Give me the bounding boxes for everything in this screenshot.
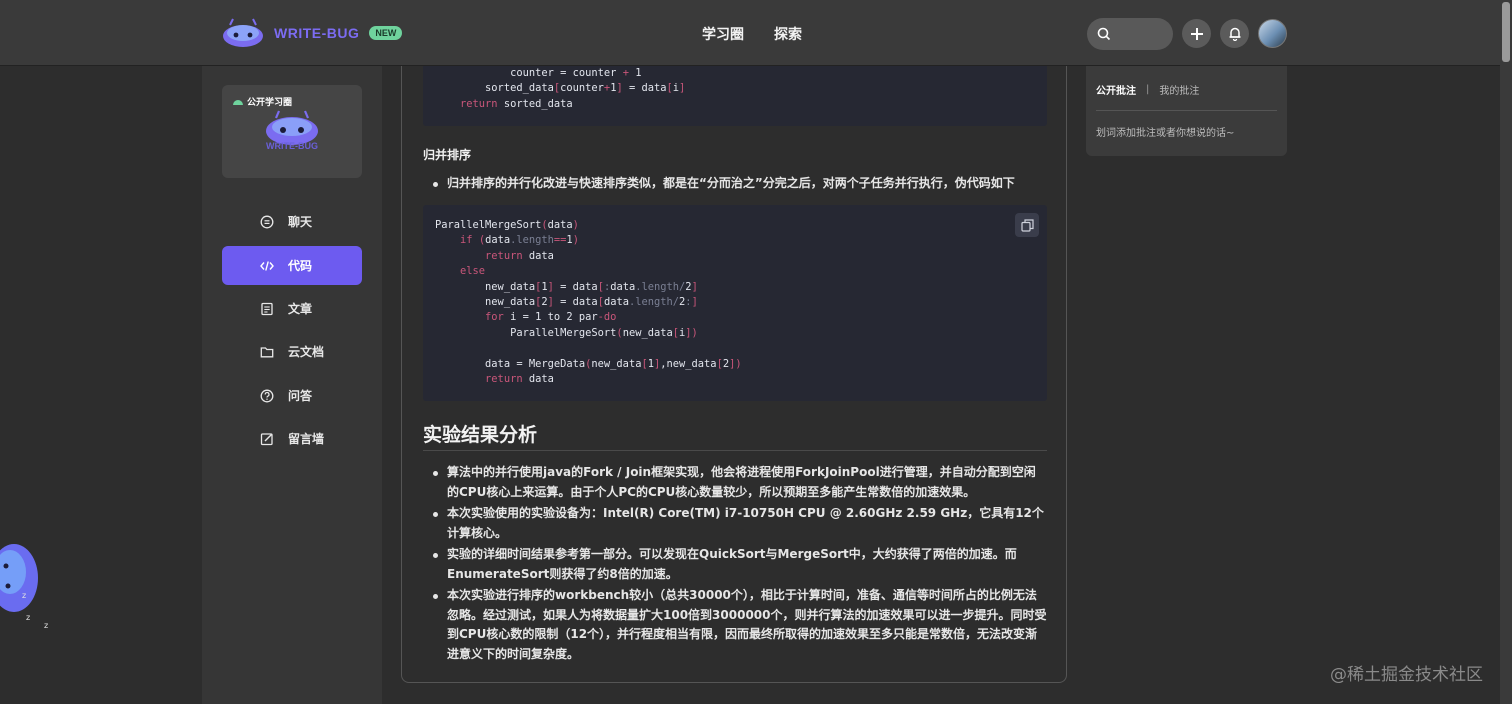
study-circle-tag: 公开学习圈 <box>232 95 292 108</box>
card-brand: WRITE-BUG <box>266 141 318 151</box>
article-content: counter = counter + 1 sorted_data[counte… <box>401 66 1067 683</box>
sidebar-item-label: 云文档 <box>288 345 325 359</box>
top-bar: WRITE-BUG NEW 学习圈 探索 <box>0 0 1512 66</box>
code-block-quicksort[interactable]: counter = counter + 1 sorted_data[counte… <box>423 66 1047 126</box>
code-line: for i = 1 to 2 par-do <box>485 311 617 324</box>
tab-separator: | <box>1146 84 1150 95</box>
svg-text:z: z <box>26 613 30 622</box>
code-line: return data <box>485 372 554 385</box>
nav-explore[interactable]: 探索 <box>774 24 802 44</box>
result-bullet-3: 实验的详细时间结果参考第一部分。可以发现在QuickSort与MergeSort… <box>433 545 1047 584</box>
annotation-hint: 划词添加批注或者你想说的话~ <box>1096 128 1235 139</box>
code-line: if (data.length==1) <box>460 234 579 247</box>
floating-mascot[interactable]: z z z <box>0 534 56 638</box>
scrollbar-thumb[interactable] <box>1502 2 1510 62</box>
folder-icon <box>260 346 274 357</box>
svg-text:z: z <box>44 621 48 630</box>
sidebar-item-label: 文章 <box>288 302 313 316</box>
code-line: data = MergeData(new_data[1],new_data[2]… <box>435 357 742 370</box>
tab-public-annotations[interactable]: 公开批注 <box>1096 82 1136 97</box>
code-line: else <box>460 265 486 278</box>
sidebar-item-message-wall[interactable]: 留言墙 <box>222 419 362 458</box>
search-icon <box>1097 27 1111 41</box>
annotation-tabs: 公开批注 | 我的批注 <box>1096 82 1199 97</box>
article-icon <box>261 302 273 315</box>
top-nav: 学习圈 探索 <box>702 24 802 44</box>
sidebar-item-label: 问答 <box>288 389 313 403</box>
sidebar-item-label: 留言墙 <box>288 432 325 446</box>
chat-icon <box>260 215 274 228</box>
annotation-panel: 公开批注 | 我的批注 划词添加批注或者你想说的话~ <box>1086 66 1287 156</box>
annotation-divider <box>1096 110 1277 111</box>
code-block-mergesort[interactable]: ParallelMergeSort(data) if (data.length=… <box>423 205 1047 401</box>
new-badge: NEW <box>369 26 403 40</box>
sidebar-item-qa[interactable]: 问答 <box>222 376 362 415</box>
copy-icon <box>1020 218 1034 232</box>
code-line: counter = counter + 1 <box>510 67 642 79</box>
mascot-icon <box>223 18 263 47</box>
watermark: @稀土掘金技术社区 <box>1330 665 1483 685</box>
avatar[interactable] <box>1258 19 1287 48</box>
result-bullet-2: 本次实验使用的实验设备为：Intel(R) Core(TM) i7-10750H… <box>433 504 1047 543</box>
code-line: return data <box>485 249 554 262</box>
sidebar-item-article[interactable]: 文章 <box>222 289 362 328</box>
code-icon <box>260 260 274 271</box>
code-line: sorted_data[counter+1] = data[i] <box>435 82 686 95</box>
result-bullet-4: 本次实验进行排序的workbench较小（总共30000个），相比于计算时间，准… <box>433 586 1047 664</box>
bell-icon <box>1229 27 1240 41</box>
add-button[interactable] <box>1182 19 1211 48</box>
edit-icon <box>260 432 273 445</box>
code-line: new_data[1] = data[:data.length/2] <box>435 280 698 293</box>
notification-button[interactable] <box>1220 19 1249 48</box>
sidebar: 公开学习圈 WRITE-BUG 聊天 代码 文章 云文档 问答 留言墙 <box>202 66 382 704</box>
svg-text:z: z <box>22 591 26 600</box>
study-circle-card[interactable]: 公开学习圈 WRITE-BUG <box>222 85 362 178</box>
code-line: ParallelMergeSort(data) <box>435 219 579 231</box>
merge-sort-bullet: 归并排序的并行化改进与快速排序类似，都是在“分而治之”分完之后，对两个子任务并行… <box>433 174 1057 194</box>
sidebar-item-cloud-docs[interactable]: 云文档 <box>222 332 362 371</box>
brand-name: WRITE-BUG <box>274 25 360 41</box>
tab-my-annotations[interactable]: 我的批注 <box>1159 82 1199 97</box>
sidebar-item-code[interactable]: 代码 <box>222 246 362 285</box>
android-icon <box>233 100 243 105</box>
plus-icon <box>1190 27 1203 40</box>
search-input[interactable] <box>1087 18 1173 50</box>
question-icon <box>260 389 274 402</box>
sidebar-item-chat[interactable]: 聊天 <box>222 202 362 241</box>
code-line: return sorted_data <box>460 97 573 110</box>
sidebar-item-label: 代码 <box>288 259 313 273</box>
study-circle-tag-label: 公开学习圈 <box>247 98 293 108</box>
copy-button[interactable] <box>1015 213 1039 237</box>
code-line: ParallelMergeSort(new_data[i]) <box>435 326 698 339</box>
merge-sort-heading: 归并排序 <box>423 148 472 162</box>
results-heading: 实验结果分析 <box>423 424 538 446</box>
result-bullet-1: 算法中的并行使用java的Fork / Join框架实现，他会将进程使用Fork… <box>433 463 1047 502</box>
logo[interactable]: WRITE-BUG NEW <box>222 18 403 48</box>
mascot-icon: z z z <box>0 544 48 630</box>
heading-divider <box>423 450 1047 451</box>
page-scrollbar[interactable] <box>1500 0 1512 704</box>
mascot-icon <box>266 110 318 145</box>
nav-study-circle[interactable]: 学习圈 <box>702 24 744 44</box>
sidebar-item-label: 聊天 <box>288 215 313 229</box>
code-line: new_data[2] = data[data.length/2:] <box>435 295 698 308</box>
